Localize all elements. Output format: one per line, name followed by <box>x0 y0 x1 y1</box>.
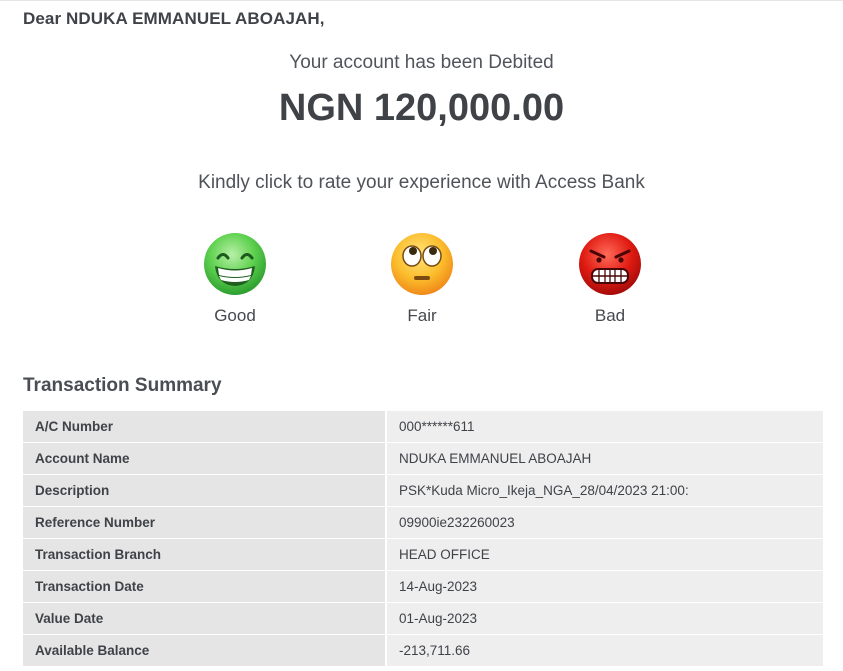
row-value: -213,711.66 <box>386 634 823 667</box>
row-value: HEAD OFFICE <box>386 538 823 571</box>
row-value: 09900ie232260023 <box>386 506 823 539</box>
row-value: PSK*Kuda Micro_Ikeja_NGA_28/04/2023 21:0… <box>386 474 823 507</box>
rate-fair-link[interactable]: Fair <box>372 231 472 326</box>
table-row: Description PSK*Kuda Micro_Ikeja_NGA_28/… <box>23 474 823 507</box>
grinning-face-icon <box>204 233 266 295</box>
table-row: Transaction Branch HEAD OFFICE <box>23 538 823 571</box>
debit-message: Your account has been Debited <box>289 52 554 73</box>
rate-bad-link[interactable]: Bad <box>560 231 660 326</box>
table-row: A/C Number 000******611 <box>23 411 823 443</box>
transaction-summary-table: A/C Number 000******611 Account Name NDU… <box>23 411 823 667</box>
row-value: 000******611 <box>386 411 823 443</box>
row-key: Transaction Date <box>23 570 387 603</box>
row-key: Value Date <box>23 602 387 635</box>
eye-roll-face-icon <box>391 233 453 295</box>
table-row: Account Name NDUKA EMMANUEL ABOAJAH <box>23 442 823 475</box>
row-value: NDUKA EMMANUEL ABOAJAH <box>386 442 823 475</box>
email-body: Dear NDUKA EMMANUEL ABOAJAH, Your accoun… <box>0 0 843 671</box>
rate-good-label: Good <box>214 306 256 325</box>
row-key: Reference Number <box>23 506 387 539</box>
table-row: Reference Number 09900ie232260023 <box>23 506 823 539</box>
transaction-summary-title: Transaction Summary <box>23 375 222 396</box>
row-key: Transaction Branch <box>23 538 387 571</box>
row-value: 14-Aug-2023 <box>386 570 823 603</box>
rate-prompt: Kindly click to rate your experience wit… <box>198 172 645 193</box>
table-row: Available Balance -213,711.66 <box>23 634 823 667</box>
rate-good-link[interactable]: Good <box>185 231 285 326</box>
row-key: A/C Number <box>23 411 387 443</box>
row-key: Available Balance <box>23 634 387 667</box>
angry-face-icon <box>579 233 641 295</box>
row-value: 01-Aug-2023 <box>386 602 823 635</box>
row-key: Account Name <box>23 442 387 475</box>
rate-bad-label: Bad <box>594 306 626 325</box>
table-row: Value Date 01-Aug-2023 <box>23 602 823 635</box>
debit-amount: NGN 120,000.00 <box>278 87 565 129</box>
table-row: Transaction Date 14-Aug-2023 <box>23 570 823 603</box>
greeting-text: Dear NDUKA EMMANUEL ABOAJAH, <box>23 9 325 28</box>
rate-fair-label: Fair <box>407 306 437 325</box>
row-key: Description <box>23 474 387 507</box>
